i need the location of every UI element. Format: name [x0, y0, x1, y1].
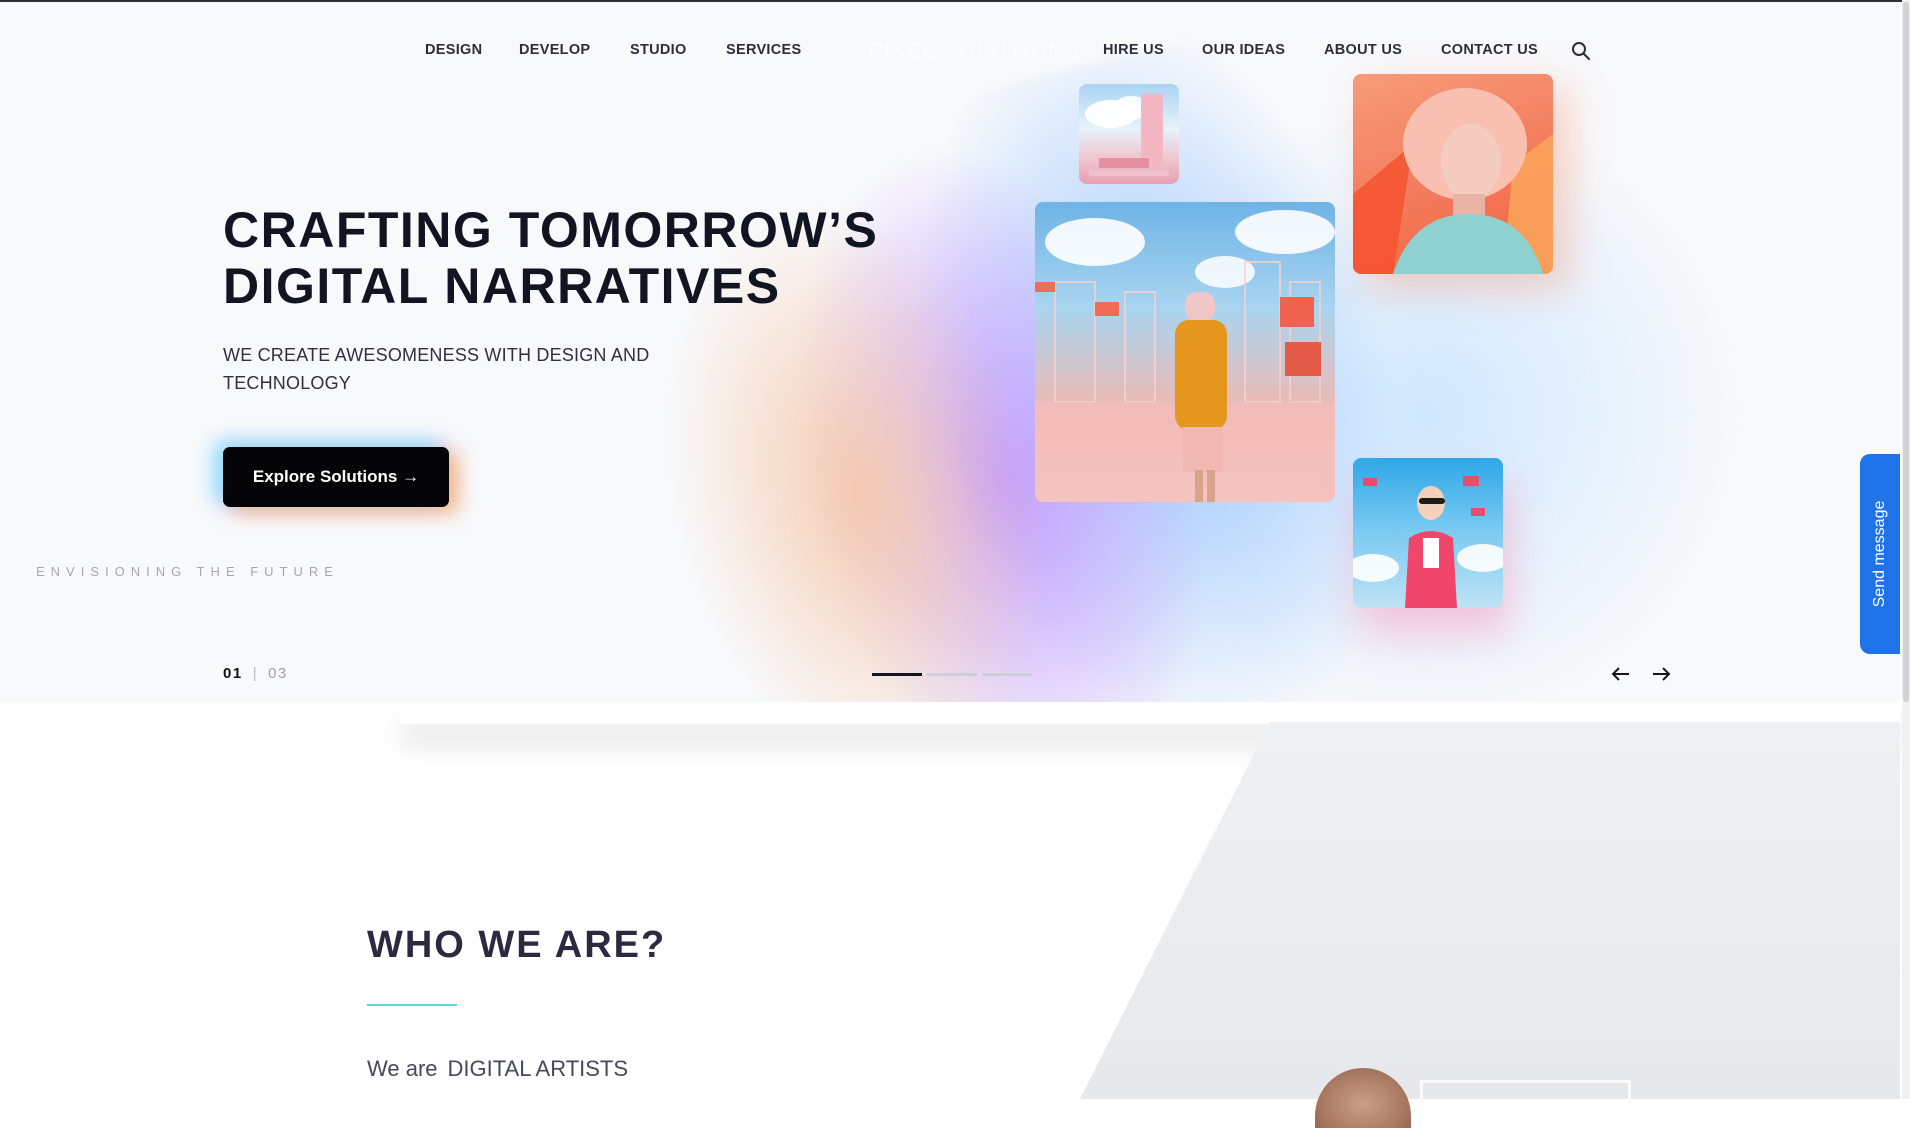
- hero-image-woman-pink-suit: [1353, 458, 1503, 608]
- explore-solutions-label: Explore Solutions: [252, 467, 398, 486]
- hero-title: CRAFTING TOMORROW’S DIGITAL NARRATIVES: [223, 202, 943, 314]
- nav-item-services[interactable]: SERVICES: [726, 42, 801, 58]
- about-background-photo: [1080, 722, 1900, 1099]
- send-message-label: Send message: [1871, 500, 1888, 608]
- hero-tagline: ENVISIONING THE FUTURE: [36, 564, 339, 579]
- nav-item-studio[interactable]: STUDIO: [630, 42, 687, 58]
- hero-shadow: [400, 700, 1900, 724]
- explore-solutions-button[interactable]: Explore Solutions →: [223, 447, 449, 507]
- slide-current: 01: [223, 665, 243, 682]
- slide-separator: |: [252, 665, 259, 682]
- slide-counter: 01 | 03: [223, 665, 288, 682]
- slide-dot-3[interactable]: [982, 673, 1032, 676]
- about-text-highlight: DIGITAL ARTISTS: [447, 1056, 629, 1081]
- page-scrollbar-thumb[interactable]: [1903, 2, 1909, 702]
- slide-dot-1[interactable]: [872, 673, 922, 676]
- arrow-left-icon[interactable]: [1608, 662, 1634, 686]
- about-title: WHO WE ARE?: [367, 924, 667, 966]
- hero-image-clouds: [1079, 84, 1179, 184]
- hero-section: DESIGN DEVELOP STUDIO SERVICES HIRE US O…: [0, 2, 1900, 702]
- about-text-prefix: We are: [367, 1056, 438, 1081]
- slide-total: 03: [268, 665, 288, 682]
- hero-subtitle: WE CREATE AWESOMENESS WITH DESIGN AND TE…: [223, 345, 650, 393]
- send-message-button[interactable]: Send message: [1860, 454, 1900, 654]
- site-logo[interactable]: PIXEL SOLUTIONS: [868, 38, 1081, 64]
- nav-item-contact-us[interactable]: CONTACT US: [1441, 42, 1538, 58]
- arrow-right-icon: →: [402, 467, 420, 486]
- nav-item-hire-us[interactable]: HIRE US: [1103, 42, 1164, 58]
- about-accent-line: [367, 1004, 457, 1006]
- about-text: We are DIGITAL ARTISTS: [367, 1056, 628, 1082]
- hero-title-line-1: CRAFTING TOMORROW’S: [223, 202, 879, 258]
- hero-title-line-2: DIGITAL NARRATIVES: [223, 258, 781, 314]
- search-icon[interactable]: [1570, 40, 1592, 62]
- nav-item-our-ideas[interactable]: OUR IDEAS: [1202, 42, 1285, 58]
- arrow-right-icon[interactable]: [1648, 662, 1674, 686]
- nav-item-design[interactable]: DESIGN: [425, 42, 482, 58]
- hero-image-portrait: [1353, 74, 1553, 274]
- nav-item-about-us[interactable]: ABOUT US: [1324, 42, 1402, 58]
- slide-dot-2[interactable]: [927, 673, 977, 676]
- nav-item-develop[interactable]: DEVELOP: [519, 42, 590, 58]
- hero-image-woman-standing: [1035, 202, 1335, 502]
